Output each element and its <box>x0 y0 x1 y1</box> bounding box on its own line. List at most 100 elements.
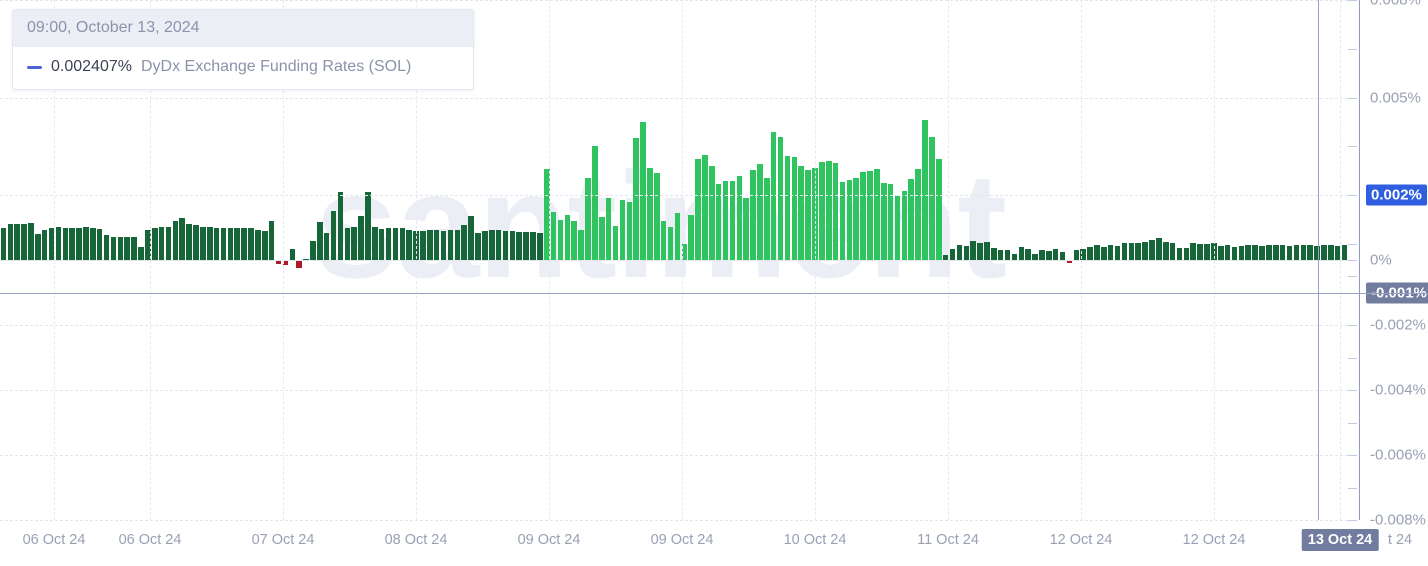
bar <box>461 224 467 260</box>
bar <box>1059 252 1066 260</box>
bar <box>1004 250 1011 260</box>
bar <box>1039 250 1045 260</box>
tooltip-timestamp: 09:00, October 13, 2024 <box>13 10 473 47</box>
bar <box>76 227 82 260</box>
x-axis-label: 06 Oct 24 <box>118 532 182 548</box>
bar <box>901 190 908 260</box>
bar <box>330 211 337 260</box>
bar <box>1286 246 1293 260</box>
x-axis-label-highlighted: 13 Oct 24 <box>1301 529 1379 551</box>
y-axis-tick <box>1348 455 1357 456</box>
bar <box>193 224 199 260</box>
bar <box>268 221 275 260</box>
bar <box>874 169 880 260</box>
bar <box>1018 247 1025 260</box>
bar <box>406 229 412 260</box>
bar <box>1279 245 1286 260</box>
bar <box>1094 244 1100 260</box>
bar <box>605 197 612 260</box>
zero-baseline <box>0 260 1348 261</box>
bar <box>1231 247 1238 260</box>
bar <box>323 232 330 260</box>
crosshair-vertical <box>1318 0 1319 520</box>
bar <box>1101 246 1107 260</box>
bar <box>378 229 385 260</box>
x-axis-label: 12 Oct 24 <box>1049 532 1113 548</box>
bar <box>21 224 27 260</box>
bar <box>612 226 619 260</box>
bar <box>949 248 956 260</box>
bar <box>1197 244 1203 260</box>
bar <box>255 229 261 260</box>
y-axis-minor-tick <box>1348 146 1357 148</box>
bar <box>41 229 48 260</box>
bar <box>1114 245 1121 260</box>
bar <box>991 247 997 260</box>
bar <box>14 223 20 260</box>
bar <box>509 231 516 260</box>
bar <box>908 179 915 260</box>
bar <box>385 228 392 260</box>
bar <box>0 227 7 260</box>
bar <box>1259 245 1265 260</box>
bar <box>530 232 536 260</box>
bar <box>715 183 722 260</box>
bar <box>482 230 488 260</box>
bar <box>805 169 811 260</box>
bar <box>667 226 674 260</box>
bar <box>516 231 523 260</box>
bar <box>660 221 667 260</box>
bar <box>557 220 564 260</box>
bar <box>296 260 302 268</box>
bar <box>1025 248 1031 260</box>
bar <box>420 231 426 260</box>
bar <box>1169 242 1176 260</box>
y-axis-tick <box>1348 97 1357 99</box>
bar <box>550 211 557 260</box>
bar <box>915 169 921 260</box>
bar <box>598 217 605 260</box>
bar <box>764 178 770 260</box>
bar <box>956 245 963 260</box>
bar <box>647 168 653 260</box>
bar <box>220 228 227 260</box>
y-axis-minor-tick <box>1348 422 1357 424</box>
y-axis-minor-tick <box>1348 243 1357 245</box>
bar <box>1128 243 1135 260</box>
bar <box>96 229 103 260</box>
x-axis-label: 07 Oct 24 <box>251 532 315 548</box>
bar <box>502 230 509 260</box>
bar <box>206 227 213 260</box>
bar <box>1080 249 1086 260</box>
bar <box>709 166 715 260</box>
bar <box>248 228 254 260</box>
x-axis-label: 12 Oct 24 <box>1182 532 1246 548</box>
y-axis: 0.008% 0.005% 0.002% 0% -0.001% -0.002% -0.004… <box>1330 0 1428 566</box>
y-axis-tick <box>1348 325 1357 326</box>
bar <box>28 223 34 260</box>
y-axis-label: 0.005% <box>1370 89 1421 106</box>
bar <box>743 198 749 260</box>
crosshair-horizontal <box>0 292 1428 294</box>
bar <box>571 221 578 260</box>
bar <box>977 243 983 260</box>
bar <box>1142 242 1148 260</box>
bar <box>894 196 901 260</box>
x-axis-label: t 24 <box>1387 532 1413 548</box>
bar <box>358 216 364 260</box>
bar <box>440 230 447 260</box>
y-axis-label: 0% <box>1370 251 1392 269</box>
bar <box>1211 243 1217 260</box>
bar <box>640 122 646 260</box>
bar <box>1321 245 1327 260</box>
bar <box>1307 245 1313 260</box>
bar <box>1266 244 1272 260</box>
bar <box>1272 245 1279 260</box>
bar <box>447 230 454 260</box>
bar <box>784 156 791 260</box>
bar <box>1162 242 1169 260</box>
bar <box>138 246 144 260</box>
bar <box>970 240 976 260</box>
bar <box>537 233 543 260</box>
bar <box>131 237 137 260</box>
